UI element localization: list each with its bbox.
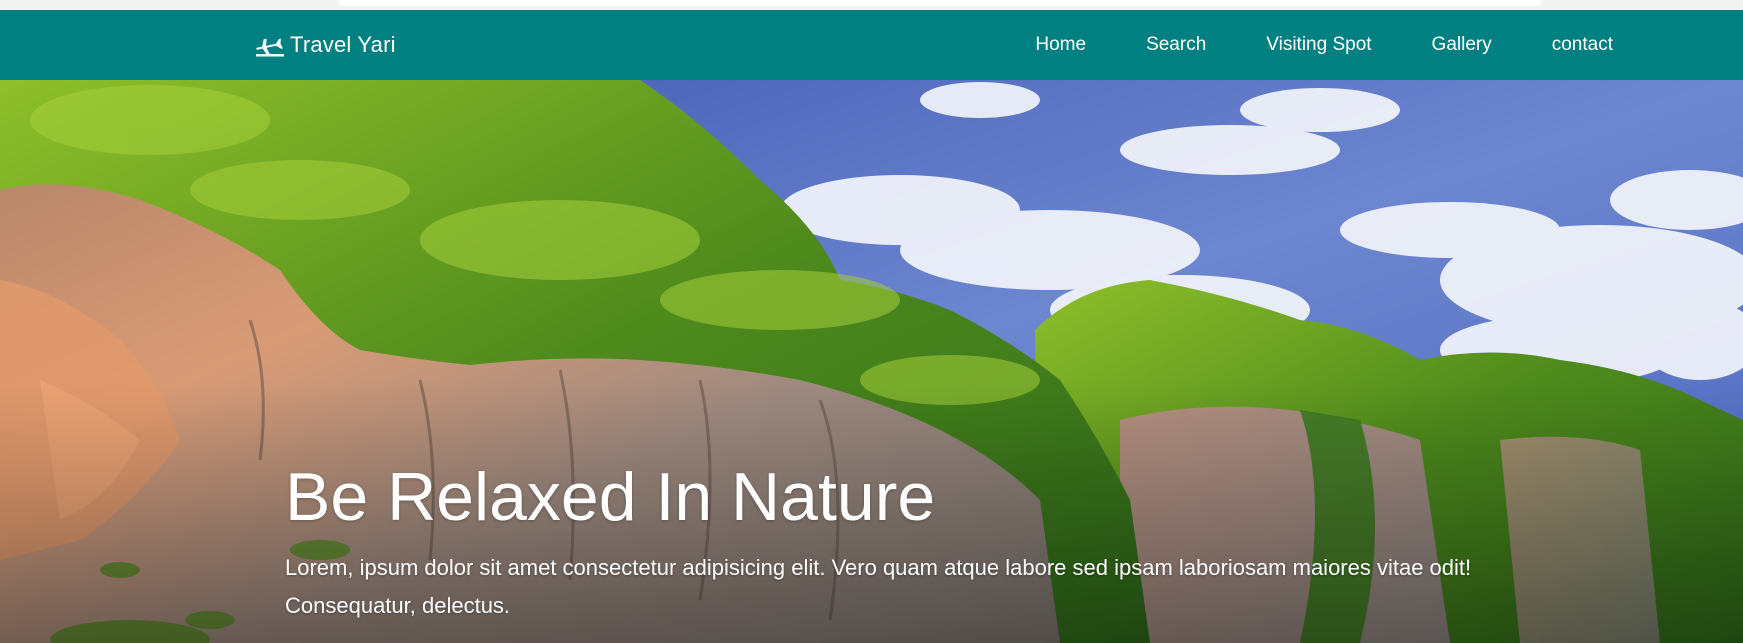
nav-link-contact[interactable]: contact [1552, 34, 1613, 55]
main-nav: Home Search Visiting Spot Gallery contac… [975, 10, 1613, 80]
nav-link-home[interactable]: Home [1035, 34, 1086, 55]
nav-item-contact: contact [1552, 34, 1613, 56]
hero-description: Lorem, ipsum dolor sit amet consectetur … [285, 554, 1472, 619]
browser-top-strip [0, 0, 1743, 10]
nav-item-home: Home [1035, 34, 1086, 56]
nav-item-search: Search [1146, 34, 1206, 56]
brand-logo[interactable]: Travel Yari [254, 10, 396, 80]
top-strip-bar [340, 0, 1540, 6]
nav-link-visiting-spot[interactable]: Visiting Spot [1266, 34, 1371, 55]
plane-icon [254, 32, 288, 58]
hero-content: Be Relaxed In Nature Lorem, ipsum dolor … [285, 460, 1585, 626]
nav-item-gallery: Gallery [1432, 34, 1492, 56]
hero-section: Be Relaxed In Nature Lorem, ipsum dolor … [0, 80, 1743, 643]
nav-item-visiting-spot: Visiting Spot [1266, 34, 1371, 56]
nav-link-search[interactable]: Search [1146, 34, 1206, 55]
nav-link-gallery[interactable]: Gallery [1432, 34, 1492, 55]
navbar: Travel Yari Home Search Visiting Spot Ga… [0, 10, 1743, 80]
hero-title: Be Relaxed In Nature [285, 459, 936, 535]
brand-name: Travel Yari [290, 32, 396, 57]
